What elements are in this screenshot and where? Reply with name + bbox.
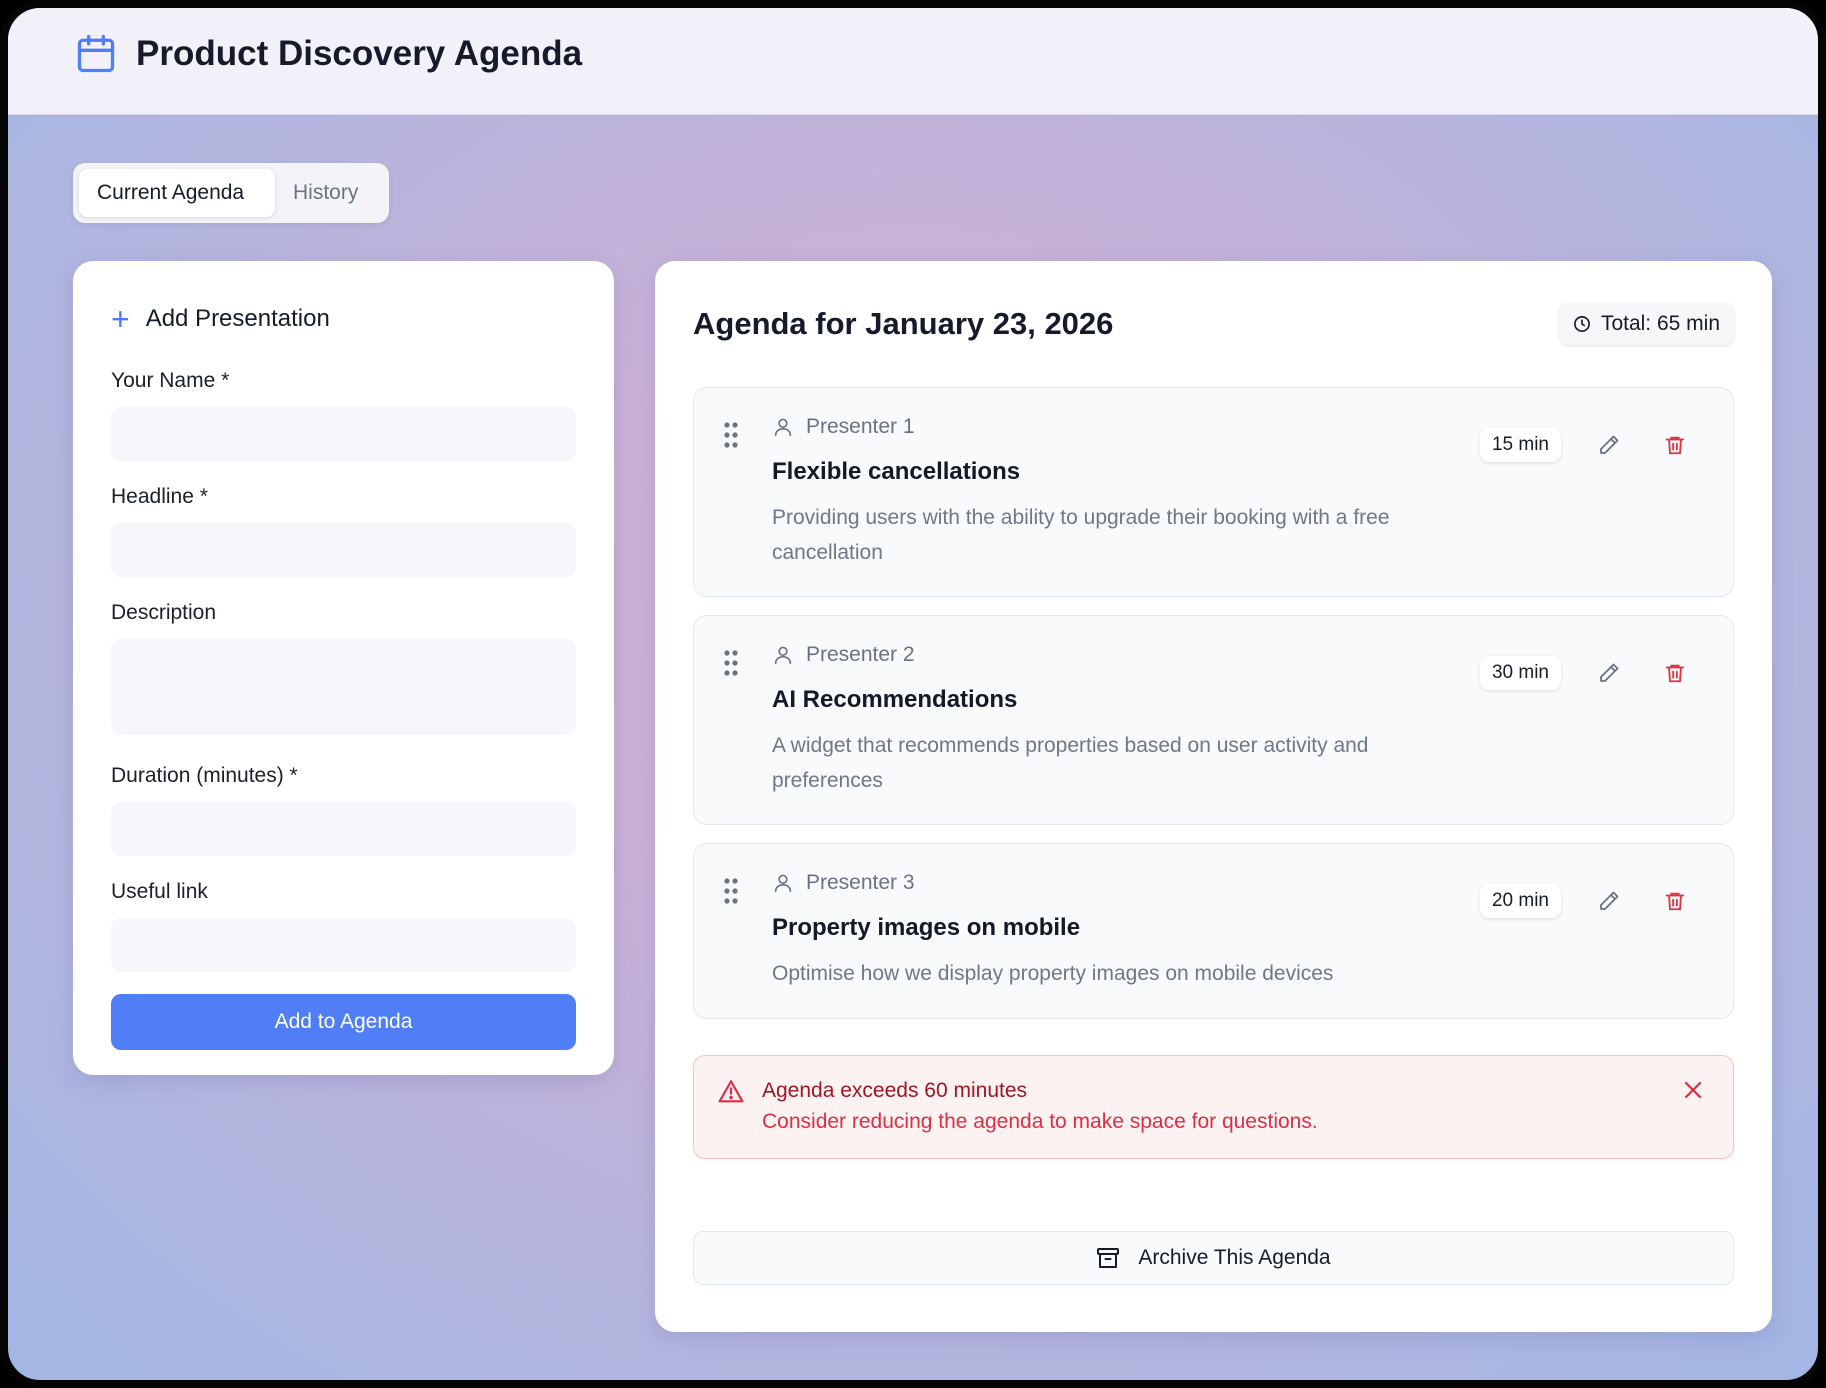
agenda-item[interactable]: Presenter 2 AI Recommendations A widget … <box>693 615 1734 825</box>
app-window: Product Discovery Agenda Current Agenda … <box>0 0 1826 1388</box>
trash-icon <box>1665 664 1685 683</box>
drag-handle-icon[interactable] <box>724 878 738 904</box>
trash-icon <box>1665 436 1685 455</box>
agenda-header: Agenda for January 23, 2026 Total: 65 mi… <box>693 299 1734 349</box>
warning-triangle-icon <box>718 1080 744 1103</box>
item-description: A widget that recommends properties base… <box>772 734 1369 792</box>
presenter-name: Presenter 3 <box>806 871 915 894</box>
description-input[interactable] <box>111 639 576 735</box>
add-to-agenda-button[interactable]: Add to Agenda <box>111 994 576 1050</box>
headline-input[interactable] <box>111 523 576 577</box>
link-input[interactable] <box>111 918 576 972</box>
duration-badge: 30 min <box>1479 656 1561 690</box>
agenda-item[interactable]: Presenter 3 Property images on mobile Op… <box>693 843 1734 1019</box>
name-label: Your Name * <box>111 369 230 392</box>
user-icon <box>774 418 792 437</box>
item-actions: 30 min <box>1479 653 1695 693</box>
pencil-icon <box>1600 435 1619 454</box>
edit-button[interactable] <box>1589 653 1629 693</box>
delete-button[interactable] <box>1655 653 1695 693</box>
user-icon <box>774 646 792 665</box>
plus-icon: + <box>111 301 130 337</box>
item-description: Optimise how we display property images … <box>772 962 1334 985</box>
headline-label: Headline * <box>111 485 208 508</box>
trash-icon <box>1665 892 1685 911</box>
drag-handle-icon[interactable] <box>724 650 738 676</box>
presenter-name: Presenter 1 <box>806 415 915 438</box>
view-tabs: Current Agenda History <box>73 163 389 223</box>
description-label: Description <box>111 601 217 624</box>
delete-button[interactable] <box>1655 881 1695 921</box>
app-title: Product Discovery Agenda <box>136 34 583 73</box>
edit-button[interactable] <box>1589 881 1629 921</box>
duration-input[interactable] <box>111 802 576 856</box>
item-actions: 20 min <box>1479 881 1695 921</box>
agenda-card: Agenda for January 23, 2026 Total: 65 mi… <box>655 261 1772 1332</box>
duration-badge: 20 min <box>1479 884 1561 918</box>
agenda-item[interactable]: Presenter 1 Flexible cancellations Provi… <box>693 387 1734 597</box>
form-header: + Add Presentation <box>111 299 576 339</box>
link-label: Useful link <box>111 880 208 903</box>
tab-current-agenda[interactable]: Current Agenda <box>79 169 275 217</box>
duration-warning-alert: Agenda exceeds 60 minutes Consider reduc… <box>693 1055 1734 1159</box>
form-title: Add Presentation <box>145 305 330 332</box>
pencil-icon <box>1600 891 1619 910</box>
duration-label: Duration (minutes) * <box>111 764 298 787</box>
name-input[interactable] <box>111 407 576 461</box>
edit-button[interactable] <box>1589 425 1629 465</box>
item-actions: 15 min <box>1479 425 1695 465</box>
drag-handle-icon[interactable] <box>724 422 738 448</box>
add-presentation-card: + Add Presentation Your Name * Headline … <box>73 261 614 1075</box>
delete-button[interactable] <box>1655 425 1695 465</box>
user-icon <box>774 874 792 893</box>
duration-badge: 15 min <box>1479 428 1561 462</box>
item-description: Providing users with the ability to upgr… <box>772 506 1390 564</box>
tab-history[interactable]: History <box>275 169 376 217</box>
archive-agenda-button[interactable]: Archive This Agenda <box>693 1231 1734 1285</box>
alert-title: Agenda exceeds 60 minutes <box>762 1079 1028 1102</box>
agenda-list: Presenter 1 Flexible cancellations Provi… <box>693 387 1734 1019</box>
pencil-icon <box>1600 663 1619 682</box>
clock-icon <box>1573 316 1590 332</box>
total-duration-text: Total: 65 min <box>1600 312 1720 335</box>
presenter-name: Presenter 2 <box>806 643 915 666</box>
calendar-icon <box>77 34 115 73</box>
total-duration-badge: Total: 65 min <box>1558 303 1734 345</box>
alert-message: Consider reducing the agenda to make spa… <box>762 1110 1318 1133</box>
app-header: Product Discovery Agenda <box>8 8 1818 115</box>
close-icon[interactable] <box>1683 1080 1703 1100</box>
archive-label: Archive This Agenda <box>1138 1246 1331 1269</box>
agenda-title: Agenda for January 23, 2026 <box>693 306 1114 341</box>
archive-icon <box>1097 1248 1120 1268</box>
